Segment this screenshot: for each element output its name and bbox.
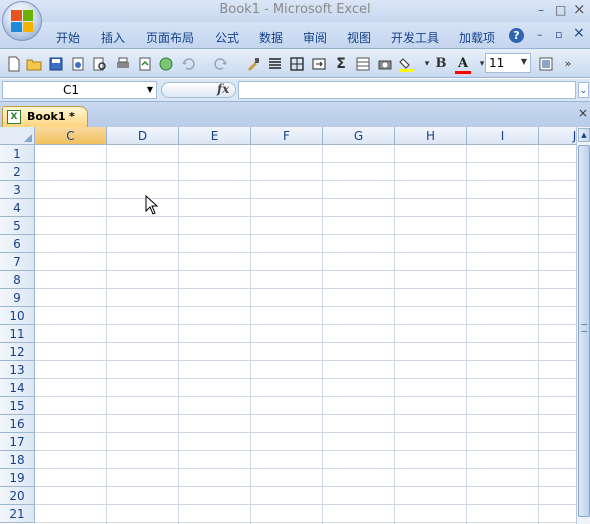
row-header-18[interactable]: 18: [0, 451, 35, 469]
tab-add-ins[interactable]: 加载项: [459, 29, 495, 46]
row-header-16[interactable]: 16: [0, 415, 35, 433]
row-header-13[interactable]: 13: [0, 361, 35, 379]
export-pdf-icon[interactable]: [137, 56, 153, 72]
print-icon[interactable]: [115, 56, 131, 72]
row-header-15[interactable]: 15: [0, 397, 35, 415]
font-color-icon[interactable]: A: [455, 56, 471, 74]
column-header-i[interactable]: I: [467, 127, 539, 145]
save-icon[interactable]: [48, 56, 64, 72]
tab-data[interactable]: 数据: [259, 29, 283, 46]
excel-file-icon: X: [7, 110, 21, 124]
name-box-value: C1: [63, 83, 80, 97]
unsaved-marker: *: [69, 110, 75, 123]
row-header-2[interactable]: 2: [0, 163, 35, 181]
workbook-tab[interactable]: X Book1 *: [2, 106, 88, 128]
cell-area[interactable]: [35, 145, 576, 524]
workbook-close-button[interactable]: ×: [578, 106, 588, 120]
row-header-19[interactable]: 19: [0, 469, 35, 487]
camera-icon[interactable]: [377, 56, 393, 72]
row-header-14[interactable]: 14: [0, 379, 35, 397]
row-header-4[interactable]: 4: [0, 199, 35, 217]
tab-view[interactable]: 视图: [347, 29, 371, 46]
name-box[interactable]: C1 ▼: [2, 81, 157, 99]
column-header-j[interactable]: J: [539, 127, 576, 145]
font-size-value: 11: [489, 56, 505, 70]
tab-insert[interactable]: 插入: [101, 29, 125, 46]
workbook-tab-label: Book1: [27, 110, 66, 123]
formula-bar: C1 ▼ fx ⌄: [0, 79, 590, 101]
row-header-6[interactable]: 6: [0, 235, 35, 253]
mouse-cursor-icon: [145, 195, 159, 215]
vertical-scrollbar[interactable]: ▲: [576, 127, 590, 524]
row-header-17[interactable]: 17: [0, 433, 35, 451]
tab-home[interactable]: 开始: [56, 29, 80, 46]
minimize-button[interactable]: –: [538, 3, 544, 17]
column-header-h[interactable]: H: [395, 127, 467, 145]
chevron-down-icon: ▼: [520, 57, 527, 66]
column-header-d[interactable]: D: [107, 127, 179, 145]
undo-icon[interactable]: [180, 56, 196, 72]
row-header-21[interactable]: 21: [0, 505, 35, 523]
autosum-icon[interactable]: Σ: [333, 56, 349, 72]
chevron-down-icon: ▼: [146, 85, 153, 94]
new-icon[interactable]: [6, 56, 22, 72]
font-size-select[interactable]: 11 ▼: [485, 53, 531, 73]
expand-formula-bar-icon[interactable]: ⌄: [578, 82, 589, 98]
cell-format-icon[interactable]: [538, 56, 554, 72]
bold-icon[interactable]: B: [433, 56, 449, 72]
align-icon[interactable]: [267, 56, 283, 72]
column-headers: CDEFGHIJ: [35, 127, 576, 145]
close-button[interactable]: ×: [573, 0, 586, 18]
row-header-20[interactable]: 20: [0, 487, 35, 505]
row-header-5[interactable]: 5: [0, 217, 35, 235]
scroll-thumb[interactable]: [578, 145, 590, 517]
row-header-3[interactable]: 3: [0, 181, 35, 199]
row-header-11[interactable]: 11: [0, 325, 35, 343]
redo-icon[interactable]: [213, 56, 229, 72]
tab-formulas[interactable]: 公式: [215, 29, 239, 46]
office-logo-icon: [11, 10, 33, 32]
office-button[interactable]: [2, 1, 42, 41]
row-header-9[interactable]: 9: [0, 289, 35, 307]
doc-restore-button[interactable]: ▫: [555, 28, 562, 41]
doc-close-button[interactable]: ×: [573, 25, 585, 41]
toolbar-overflow-icon[interactable]: »: [560, 56, 576, 72]
ribbon-tab-bar: 开始 插入 页面布局 公式 数据 审阅 视图 开发工具 加载项: [0, 22, 590, 48]
borders-icon[interactable]: [289, 56, 305, 72]
row-header-12[interactable]: 12: [0, 343, 35, 361]
format-painter-icon[interactable]: [245, 56, 261, 72]
tab-developer[interactable]: 开发工具: [391, 29, 439, 46]
web-icon[interactable]: [158, 56, 174, 72]
column-header-g[interactable]: G: [323, 127, 395, 145]
insert-function-icon[interactable]: fx: [217, 82, 229, 96]
worksheet-grid: CDEFGHIJ 1 2 3 4 5 6 7 8 9 10 11 12 13 14 15 16 17 18 19 20…: [0, 127, 576, 524]
row-header-1[interactable]: 1: [0, 145, 35, 163]
tab-page-layout[interactable]: 页面布局: [146, 29, 194, 46]
window-title: Book1 - Microsoft Excel: [219, 2, 371, 17]
formula-input[interactable]: [238, 81, 576, 99]
permission-icon[interactable]: [70, 56, 86, 72]
fill-color-icon[interactable]: [399, 56, 415, 72]
column-header-c[interactable]: C: [35, 127, 107, 145]
open-icon[interactable]: [26, 56, 42, 72]
maximize-button[interactable]: □: [555, 3, 566, 17]
column-header-e[interactable]: E: [179, 127, 251, 145]
row-header-8[interactable]: 8: [0, 271, 35, 289]
merge-icon[interactable]: [311, 56, 327, 72]
row-header-10[interactable]: 10: [0, 307, 35, 325]
title-bar: Book1 - Microsoft Excel – □ ×: [0, 0, 590, 22]
row-header-7[interactable]: 7: [0, 253, 35, 271]
scroll-up-icon[interactable]: ▲: [578, 128, 590, 142]
workbook-tab-strip: X Book1 *: [0, 101, 590, 128]
print-preview-icon[interactable]: [92, 56, 108, 72]
insert-icon[interactable]: [355, 56, 371, 72]
tab-review[interactable]: 审阅: [303, 29, 327, 46]
help-icon[interactable]: ?: [509, 28, 524, 43]
column-header-f[interactable]: F: [251, 127, 323, 145]
doc-minimize-button[interactable]: –: [537, 28, 543, 41]
select-all-button[interactable]: [0, 127, 35, 145]
